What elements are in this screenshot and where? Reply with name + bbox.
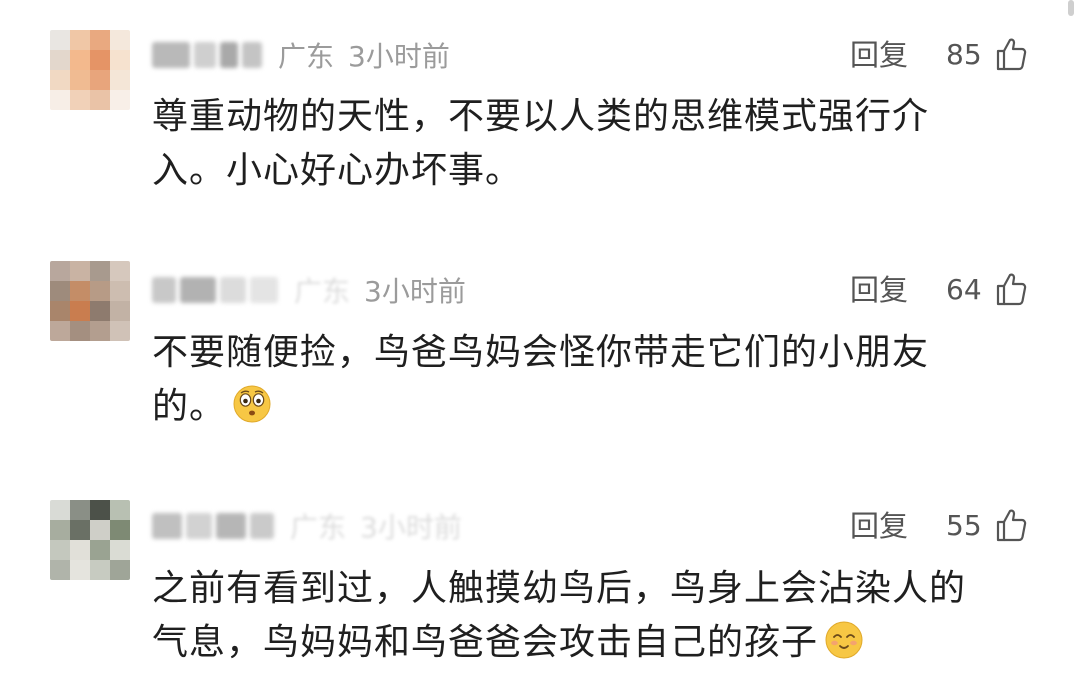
- reply-button[interactable]: 回复: [850, 268, 908, 312]
- comment-location: 广东: [290, 511, 347, 544]
- comment-text: 尊重动物的天性，不要以人类的思维模式强行介 入。小心好心办坏事。: [152, 90, 1012, 198]
- thumbs-up-icon[interactable]: [995, 37, 1027, 71]
- comment-text-line: 入。小心好心办坏事。: [152, 150, 523, 191]
- avatar-mosaic-cell: [70, 321, 90, 341]
- avatar[interactable]: [50, 261, 130, 341]
- avatar-mosaic-cell: [90, 560, 110, 580]
- avatar-mosaic-cell: [110, 500, 130, 520]
- avatar-mosaic-cell: [50, 301, 70, 321]
- avatar-mosaic-cell: [50, 30, 70, 50]
- username-blurred[interactable]: [152, 277, 278, 303]
- avatar-mosaic-cell: [110, 30, 130, 50]
- thumbs-up-icon[interactable]: [995, 272, 1027, 306]
- avatar-mosaic-cell: [50, 281, 70, 301]
- avatar-mosaic-cell: [110, 301, 130, 321]
- avatar-mosaic-cell: [90, 70, 110, 90]
- like-count: 85: [946, 38, 982, 71]
- avatar-mosaic-cell: [110, 321, 130, 341]
- avatar-mosaic-cell: [70, 50, 90, 70]
- avatar-mosaic-cell: [70, 301, 90, 321]
- avatar-mosaic-cell: [90, 500, 110, 520]
- avatar-mosaic-cell: [50, 50, 70, 70]
- avatar[interactable]: [50, 30, 130, 110]
- avatar-mosaic-cell: [90, 261, 110, 281]
- avatar-mosaic-cell: [50, 321, 70, 341]
- avatar-mosaic-cell: [70, 30, 90, 50]
- avatar-mosaic-cell: [70, 500, 90, 520]
- comment-text-line: 的。: [152, 380, 1012, 434]
- avatar-mosaic-cell: [90, 281, 110, 301]
- avatar-mosaic-cell: [70, 540, 90, 560]
- comment-text-fragment: 的。: [152, 386, 227, 427]
- avatar-mosaic-cell: [90, 321, 110, 341]
- avatar-mosaic-cell: [110, 520, 130, 540]
- avatar-mosaic-cell: [110, 90, 130, 110]
- avatar-mosaic-cell: [90, 50, 110, 70]
- avatar-mosaic-cell: [70, 261, 90, 281]
- avatar-mosaic-cell: [50, 520, 70, 540]
- reply-button[interactable]: 回复: [850, 504, 908, 548]
- avatar-mosaic-cell: [110, 70, 130, 90]
- avatar-mosaic-cell: [70, 90, 90, 110]
- flushed-face-emoji: [233, 385, 271, 423]
- scroll-indicator[interactable]: [1068, 0, 1074, 16]
- comment-location: 广东: [278, 40, 335, 73]
- comment-text: 不要随便捡，鸟爸鸟妈会怪你带走它们的小朋友 的。: [152, 326, 1012, 434]
- avatar-mosaic-cell: [110, 560, 130, 580]
- avatar-mosaic-cell: [70, 560, 90, 580]
- comment-location: 广东: [294, 275, 351, 308]
- avatar-mosaic-cell: [50, 261, 70, 281]
- comment-time: 3小时前: [348, 40, 450, 73]
- username-blurred[interactable]: [152, 513, 274, 539]
- comment-meta: 广东 3小时前: [152, 268, 466, 312]
- avatar-mosaic-cell: [50, 560, 70, 580]
- avatar-mosaic-cell: [50, 540, 70, 560]
- avatar-mosaic-cell: [50, 90, 70, 110]
- avatar-mosaic-cell: [90, 540, 110, 560]
- avatar-mosaic-cell: [70, 520, 90, 540]
- comment-time: 3小时前: [364, 275, 466, 308]
- comment-meta: 广东 3小时前: [152, 33, 450, 77]
- avatar-mosaic-cell: [50, 500, 70, 520]
- comment-time: 3小时前: [360, 511, 462, 544]
- avatar-mosaic-cell: [90, 30, 110, 50]
- reply-button[interactable]: 回复: [850, 33, 908, 77]
- avatar-mosaic-cell: [110, 261, 130, 281]
- avatar[interactable]: [50, 500, 130, 580]
- comment-text-line: 不要随便捡，鸟爸鸟妈会怪你带走它们的小朋友: [152, 332, 930, 373]
- username-blurred[interactable]: [152, 42, 262, 68]
- thumbs-up-icon[interactable]: [995, 508, 1027, 542]
- avatar-mosaic-cell: [110, 281, 130, 301]
- avatar-mosaic-cell: [90, 90, 110, 110]
- avatar-mosaic-cell: [110, 540, 130, 560]
- comment-text-fragment: 气息，鸟妈妈和鸟爸爸会攻击自己的孩子: [152, 622, 819, 663]
- avatar-mosaic-cell: [70, 70, 90, 90]
- avatar-mosaic-cell: [50, 70, 70, 90]
- comment-text-line: 气息，鸟妈妈和鸟爸爸会攻击自己的孩子: [152, 616, 1012, 670]
- comment-text-line: 尊重动物的天性，不要以人类的思维模式强行介: [152, 96, 930, 137]
- avatar-mosaic-cell: [90, 301, 110, 321]
- comment-text-line: 之前有看到过，人触摸幼鸟后，鸟身上会沾染人的: [152, 568, 967, 609]
- avatar-mosaic-cell: [90, 520, 110, 540]
- avatar-mosaic-cell: [110, 50, 130, 70]
- like-count: 64: [946, 273, 982, 306]
- smiling-face-emoji: [825, 621, 863, 659]
- comment-text: 之前有看到过，人触摸幼鸟后，鸟身上会沾染人的 气息，鸟妈妈和鸟爸爸会攻击自己的孩…: [152, 562, 1012, 670]
- comment-meta: 广东 3小时前: [152, 504, 462, 548]
- like-count: 55: [946, 509, 982, 542]
- avatar-mosaic-cell: [70, 281, 90, 301]
